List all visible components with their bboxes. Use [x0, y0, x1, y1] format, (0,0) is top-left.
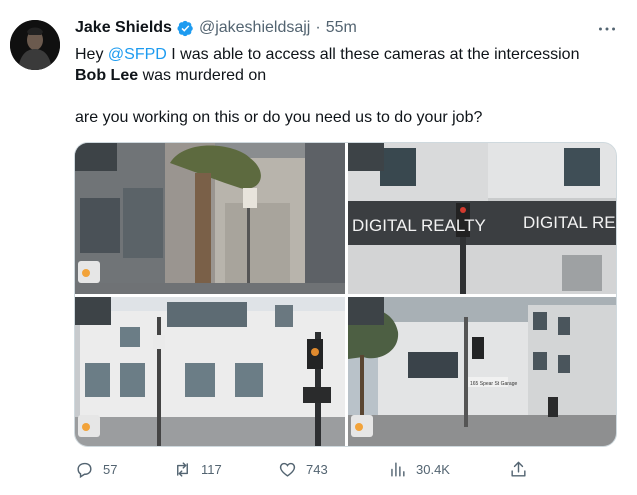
action-bar: 57 117 743 30.4K — [75, 460, 535, 484]
like-count: 743 — [306, 462, 328, 477]
media-image-2[interactable]: DIGITAL REALTY DIGITAL REA — [348, 143, 617, 294]
reply-button[interactable]: 57 — [75, 460, 117, 479]
author-name[interactable]: Jake Shields — [75, 18, 172, 38]
verified-badge-icon — [177, 20, 194, 37]
retweet-button[interactable]: 117 — [173, 460, 222, 479]
more-options-icon[interactable] — [596, 20, 618, 38]
sign-text-left: DIGITAL REALTY — [352, 216, 486, 235]
text-segment: I was able to access all these cameras a… — [166, 46, 580, 63]
media-grid: DIGITAL REALTY DIGITAL REA 165 Spear St … — [74, 142, 617, 447]
reply-count: 57 — [103, 462, 118, 477]
like-button[interactable]: 743 — [278, 460, 328, 479]
bold-name: Bob Lee — [75, 67, 139, 84]
tweet-card: Jake Shields @jakeshieldsajj · 55m Hey @… — [0, 0, 637, 495]
share-icon — [511, 461, 526, 477]
tweet-paragraph-1: Hey @SFPD I was able to access all these… — [75, 44, 615, 86]
avatar[interactable] — [10, 20, 60, 70]
like-icon — [279, 462, 296, 477]
tweet-text: Hey @SFPD I was able to access all these… — [75, 44, 615, 128]
tweet-header: Jake Shields @jakeshieldsajj · 55m — [75, 18, 357, 38]
retweet-icon — [177, 462, 188, 477]
reply-icon — [77, 462, 92, 479]
timestamp[interactable]: 55m — [326, 18, 357, 38]
views-icon — [391, 462, 405, 477]
share-button[interactable] — [509, 460, 528, 479]
text-segment: Hey — [75, 46, 108, 63]
separator-dot: · — [315, 19, 321, 36]
media-image-4[interactable]: 165 Spear St Garage — [348, 297, 616, 446]
media-image-3[interactable] — [75, 297, 345, 446]
media-image-1[interactable] — [75, 143, 345, 294]
tweet-paragraph-2: are you working on this or do you need u… — [75, 109, 483, 126]
views-button[interactable]: 30.4K — [388, 460, 450, 479]
author-handle[interactable]: @jakeshieldsajj — [199, 18, 310, 38]
street-plate-text: 165 Spear St Garage — [470, 381, 517, 387]
mention-link[interactable]: @SFPD — [108, 46, 167, 63]
retweet-count: 117 — [201, 462, 222, 477]
text-segment: was murdered on — [138, 67, 267, 84]
sign-text-right: DIGITAL REA — [523, 213, 617, 232]
views-count: 30.4K — [416, 462, 450, 477]
